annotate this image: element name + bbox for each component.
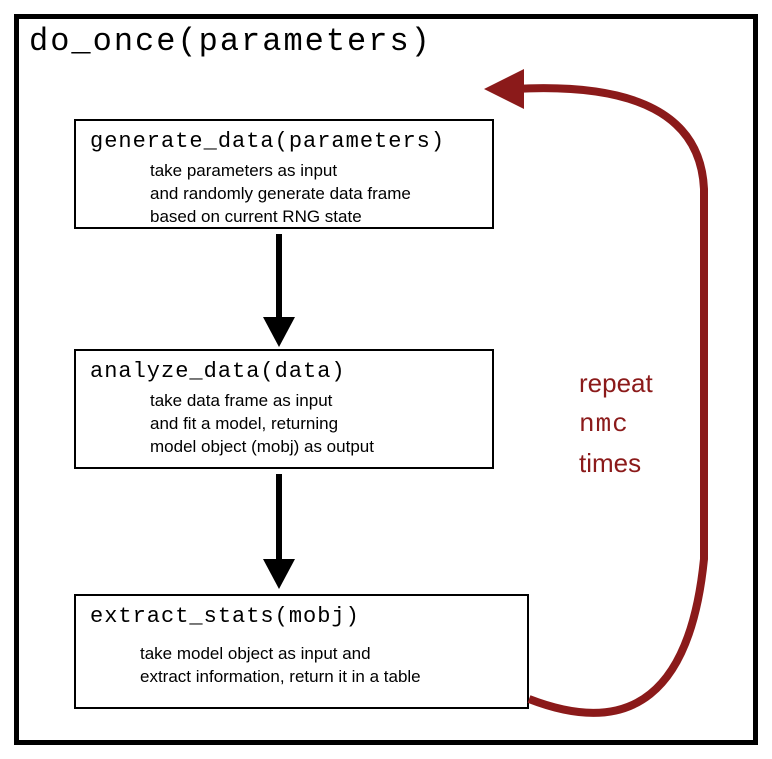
container-title: do_once(parameters)	[29, 23, 432, 60]
repeat-label: repeat nmc times	[579, 364, 653, 483]
nmc-word: nmc	[579, 409, 629, 439]
step-fn-name: analyze_data(data)	[90, 359, 478, 384]
step-fn-name: generate_data(parameters)	[90, 129, 478, 154]
arrow-down-icon	[254, 229, 304, 349]
step-generate-data: generate_data(parameters) take parameter…	[74, 119, 494, 229]
step-description: take data frame as input and fit a model…	[90, 390, 478, 459]
step-description: take parameters as input and randomly ge…	[90, 160, 478, 229]
step-analyze-data: analyze_data(data) take data frame as in…	[74, 349, 494, 469]
times-word: times	[579, 448, 641, 478]
step-fn-name: extract_stats(mobj)	[90, 604, 513, 629]
arrow-down-icon	[254, 469, 304, 594]
do-once-container: do_once(parameters) generate_data(parame…	[14, 14, 758, 745]
step-description: take model object as input and extract i…	[90, 635, 513, 689]
repeat-word: repeat	[579, 368, 653, 398]
